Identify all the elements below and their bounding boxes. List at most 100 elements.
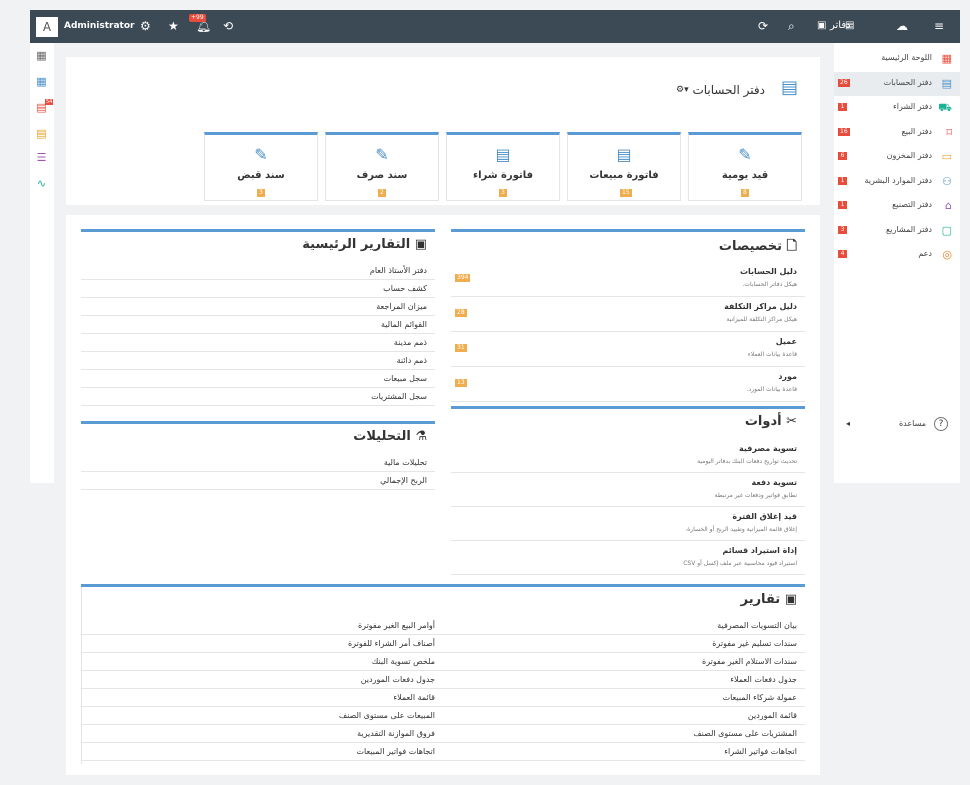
refresh-icon[interactable]: ⟳ xyxy=(758,18,768,34)
page-title: دفتر الحسابات xyxy=(692,83,765,97)
sidebar-item[interactable]: ⚇ دفتر الموارد البشرية 1 xyxy=(834,170,960,194)
report-link[interactable]: قائمة العملاء xyxy=(82,689,443,707)
main-report-link[interactable]: سجل المشتريات xyxy=(81,388,435,406)
sidebar-item[interactable]: ◎ دعم 4 xyxy=(834,243,960,267)
activity-icon[interactable]: ∿ xyxy=(35,177,48,190)
shortcut-card[interactable]: ▤ فاتورة مبيعات 15 xyxy=(567,132,681,201)
dashboard-icon: ▦ xyxy=(941,52,952,65)
report-link[interactable]: أوامر البيع الغير مفوترة xyxy=(82,617,443,635)
history-icon[interactable]: ⟲ xyxy=(223,18,233,34)
report-link-label: سندات الاستلام الغير مفوترة xyxy=(702,657,797,666)
main-report-link-label: ميزان المراجعة xyxy=(376,302,427,311)
tool-item-title: تسوية مصرفية xyxy=(739,444,797,453)
card-badge: 8 xyxy=(741,189,749,197)
tool-item[interactable]: إداة استيراد قسائم استيراد قيود محاسبية ع… xyxy=(451,541,805,575)
tool-item[interactable]: تسوية مصرفية تحديث تواريخ دفعات البنك بدف… xyxy=(451,439,805,473)
report-link[interactable]: بيان التسويات المصرفية xyxy=(443,617,805,635)
setup-item-count: 13 xyxy=(455,379,467,387)
settings-dropdown-icon[interactable]: ⚙▾ xyxy=(676,85,689,95)
analytics-link[interactable]: تحليلات مالية xyxy=(81,454,435,472)
main-report-link[interactable]: كشف حساب xyxy=(81,280,435,298)
setup-item[interactable]: مورد قاعدة بيانات المورد. 13 xyxy=(451,367,805,402)
main-report-link[interactable]: سجل مبيعات xyxy=(81,370,435,388)
sidebar-item-badge: 1 xyxy=(838,201,847,209)
analytics-link-label: الربح الإجمالي xyxy=(380,476,427,485)
main-report-link-label: كشف حساب xyxy=(383,284,427,293)
shortcut-card[interactable]: ✎ سند صرف 2 xyxy=(325,132,439,201)
help-item[interactable]: ? مساعدة ◂ xyxy=(834,413,960,437)
report-link[interactable]: المبيعات على مستوى الصنف xyxy=(82,707,443,725)
brand-logo[interactable]: دفاتر xyxy=(830,20,851,31)
report-link[interactable]: عمولة شركاء المبيعات xyxy=(443,689,805,707)
card-badge: 2 xyxy=(378,189,386,197)
document-icon[interactable]: ▤ 54 xyxy=(35,99,54,114)
lifebuoy-icon: ◎ xyxy=(942,248,952,261)
accounts-icon: ▤ xyxy=(780,77,798,98)
sidebar-item[interactable]: ▦ اللوحة الرئيسية xyxy=(834,47,960,71)
tool-item[interactable]: قيد إغلاق الفترة إغلاق قائمة الميزانية وت… xyxy=(451,507,805,541)
card-label: فاتورة شراء xyxy=(472,170,534,181)
main-report-link[interactable]: ذمم دائنة xyxy=(81,352,435,370)
report-link[interactable]: ملخص تسوية البنك xyxy=(82,653,443,671)
setup-item-desc: قاعدة بيانات المورد. xyxy=(746,386,797,393)
main-report-link-label: القوائم المالية xyxy=(380,320,427,329)
sidebar-item[interactable]: ▤ دفتر الحسابات 26 xyxy=(834,71,960,96)
report-link[interactable]: سندات تسليم غير مفوترة xyxy=(443,635,805,653)
sidebar-item-label: دفتر الحسابات xyxy=(883,77,932,87)
image-icon[interactable]: ▣ xyxy=(817,18,826,34)
report-link[interactable]: جدول دفعات العملاء xyxy=(443,671,805,689)
people-icon: ⚇ xyxy=(942,174,952,188)
list-icon[interactable]: ☰ xyxy=(35,151,48,164)
report-link[interactable]: جدول دفعات الموردين xyxy=(82,671,443,689)
shortcut-card[interactable]: ✎ سند قبض 3 xyxy=(204,132,318,201)
setup-item[interactable]: عميل قاعدة بيانات العملاء 31 xyxy=(451,332,805,367)
report-link[interactable]: سندات الاستلام الغير مفوترة xyxy=(443,653,805,671)
setup-item-count: 28 xyxy=(455,309,467,317)
report-link-label: فروق الموازنة التقديرية xyxy=(357,729,435,738)
avatar[interactable]: A xyxy=(36,17,58,37)
report-link-label: اتجاهات فواتير المبيعات xyxy=(356,747,436,756)
report-link[interactable]: أصناف أمر الشراء للفوترة xyxy=(82,635,443,653)
top-navbar: A Administrator ⚙ ★ 🔔︎ +99 ⟲ ⟳ ⌕ ▣ ▤ دفا… xyxy=(30,10,960,43)
sidebar-item[interactable]: ⛟ دفتر الشراء 1 xyxy=(834,96,960,120)
cart-icon: ⛟ xyxy=(938,101,952,114)
analytics-link[interactable]: الربح الإجمالي xyxy=(81,472,435,490)
help-icon: ? xyxy=(934,417,948,431)
shortcut-card[interactable]: ▤ فاتورة شراء 3 xyxy=(446,132,560,201)
sidebar-item[interactable]: ▭ دفتر المخزون 6 xyxy=(834,145,960,169)
main-report-link[interactable]: القوائم المالية xyxy=(81,316,435,334)
report-link[interactable]: المشتريات على مستوى الصنف xyxy=(443,725,805,743)
sidebar-item[interactable]: ⌑ دفتر البيع 16 xyxy=(834,121,960,145)
main-report-link[interactable]: ذمم مدينة xyxy=(81,334,435,352)
setup-item-desc: قاعدة بيانات العملاء xyxy=(747,351,797,358)
user-name[interactable]: Administrator xyxy=(64,21,134,31)
gear-icon[interactable]: ⚙ xyxy=(140,18,151,34)
report-link[interactable]: اتجاهات فواتير الشراء xyxy=(443,743,805,761)
setup-item-title: مورد xyxy=(778,372,797,381)
menu-icon[interactable]: ≡ xyxy=(934,18,944,34)
tool-item[interactable]: تسوية دفعة تطابق فواتير ودفعات غير مرتبطة xyxy=(451,473,805,507)
card-icon: ▤ xyxy=(495,145,511,164)
caret-icon[interactable]: ◂ xyxy=(846,419,850,428)
calendar-icon[interactable]: ▦ xyxy=(35,75,48,88)
grid-icon[interactable]: ▦ xyxy=(35,49,48,62)
setup-item[interactable]: دليل مراكز التكلفة هيكل مراكز التكلفة للم… xyxy=(451,297,805,332)
main-report-link[interactable]: دفتر الأستاذ العام xyxy=(81,262,435,280)
notes-icon[interactable]: ▤ xyxy=(35,127,48,140)
sidebar-item[interactable]: ⌂ دفتر التصنيع 1 xyxy=(834,194,960,218)
sidebar-item-label: دفتر المشاريع xyxy=(886,224,932,234)
shortcut-card[interactable]: ✎ قيد يومية 8 xyxy=(688,132,802,201)
report-link[interactable]: فروق الموازنة التقديرية xyxy=(82,725,443,743)
star-icon[interactable]: ★ xyxy=(168,18,179,34)
notification-badge: +99 xyxy=(189,14,206,22)
sidebar-item[interactable]: ▢ دفتر المشاريع 3 xyxy=(834,219,960,243)
report-link-label: جدول دفعات الموردين xyxy=(360,675,435,684)
setup-item[interactable]: دليل الحسابات هيكل دفاتر الحسابات. 394 xyxy=(451,262,805,297)
report-link[interactable]: اتجاهات فواتير المبيعات xyxy=(82,743,443,761)
analytics-section: ⚗ التحليلات تحليلات مالية الربح الإجمالي xyxy=(81,421,435,501)
report-link-label: عمولة شركاء المبيعات xyxy=(722,693,797,702)
report-link[interactable]: قائمة الموردين xyxy=(443,707,805,725)
search-icon[interactable]: ⌕ xyxy=(788,18,795,34)
main-report-link[interactable]: ميزان المراجعة xyxy=(81,298,435,316)
reports-section: ▣ تقارير بيان التسويات المصرفية سندات تسل… xyxy=(81,584,805,764)
